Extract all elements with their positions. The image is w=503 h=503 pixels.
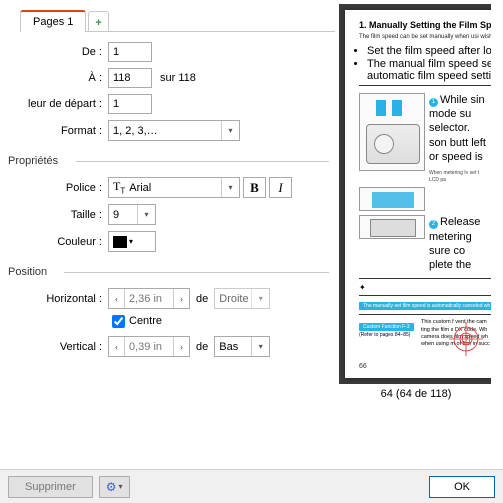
preview-title: 1. Manually Setting the Film Sp: [359, 20, 491, 30]
preview-bullets: Set the film speed after loading the fil…: [367, 45, 491, 82]
to-label: À :: [8, 72, 108, 84]
color-swatch: ▾: [113, 233, 143, 251]
chevron-down-icon: ▾: [221, 178, 239, 197]
target-marker: [449, 322, 483, 356]
horizontal-label: Horizontal :: [8, 293, 108, 305]
font-label: Police :: [8, 182, 108, 194]
color-label: Couleur :: [8, 236, 108, 248]
chevron-down-icon: ▾: [137, 205, 155, 224]
centre-checkbox-label[interactable]: Centre: [112, 315, 162, 327]
format-combo[interactable]: 1, 2, 3,… ▾: [108, 120, 240, 141]
tab-pages-1[interactable]: Pages 1: [20, 10, 86, 32]
spin-left[interactable]: ‹: [109, 289, 125, 308]
font-value: Arial: [129, 182, 235, 194]
section-position: Position: [8, 266, 335, 278]
vertical-spinner[interactable]: ‹ 0,39 in ›: [108, 336, 190, 357]
horizontal-value: 2,36 in: [125, 289, 173, 308]
start-input[interactable]: [108, 94, 152, 114]
color-box: [113, 236, 127, 248]
de-label: de: [196, 341, 208, 353]
step-number-1: 1: [429, 98, 438, 107]
gear-icon: ⚙: [106, 480, 117, 494]
spin-left[interactable]: ‹: [109, 337, 125, 356]
spin-right[interactable]: ›: [173, 289, 189, 308]
bottom-bar: Supprimer ⚙▾ OK: [0, 469, 503, 503]
chevron-down-icon: ▾: [251, 289, 269, 308]
to-input[interactable]: [108, 68, 152, 88]
custom-fn-badge: Custom Function F-3: [359, 323, 414, 331]
vertical-label: Vertical :: [8, 341, 108, 353]
spin-right[interactable]: ›: [173, 337, 189, 356]
size-label: Taille :: [8, 209, 108, 221]
format-label: Format :: [8, 125, 108, 137]
vertical-ref-combo[interactable]: Bas ▾: [214, 336, 270, 357]
italic-button[interactable]: I: [269, 177, 292, 198]
chevron-down-icon: ▾: [221, 121, 239, 140]
size-combo[interactable]: 9 ▾: [108, 204, 156, 225]
preview-band: The manually-set film speed is automatic…: [359, 302, 491, 310]
preview-pane: 1. Manually Setting the Film Sp The film…: [339, 4, 491, 384]
vertical-value: 0,39 in: [125, 337, 173, 356]
page-counter: 64 (64 de 118): [335, 388, 497, 400]
chevron-down-icon: ▾: [119, 482, 123, 491]
from-input[interactable]: [108, 42, 152, 62]
de-label: de: [196, 293, 208, 305]
color-combo[interactable]: ▾: [108, 231, 156, 252]
font-combo[interactable]: TT Arial ▾: [108, 177, 240, 198]
settings-button[interactable]: ⚙▾: [99, 476, 130, 498]
format-value: 1, 2, 3,…: [113, 125, 235, 137]
of-total: 118: [178, 72, 196, 84]
tab-label: Pages 1: [33, 16, 73, 28]
centre-checkbox[interactable]: [112, 315, 125, 328]
add-tab-button[interactable]: +: [88, 11, 108, 32]
ok-button[interactable]: OK: [429, 476, 495, 498]
horizontal-ref-combo[interactable]: Droite ▾: [214, 288, 270, 309]
info-icon: ✦: [359, 283, 366, 292]
chevron-down-icon: ▾: [251, 337, 269, 356]
from-label: De :: [8, 46, 108, 58]
start-label: leur de départ :: [8, 98, 108, 110]
of-label: sur: [160, 72, 175, 84]
delete-button[interactable]: Supprimer: [8, 476, 93, 498]
section-properties: Propriétés: [8, 155, 335, 167]
preview-page-number: 66: [359, 363, 367, 370]
step-number-2: 2: [429, 220, 438, 229]
plus-icon: +: [95, 17, 101, 29]
preview-intro: The film speed can be set manually when …: [359, 34, 491, 42]
bold-button[interactable]: B: [243, 177, 266, 198]
font-icon: TT: [113, 179, 125, 195]
horizontal-spinner[interactable]: ‹ 2,36 in ›: [108, 288, 190, 309]
